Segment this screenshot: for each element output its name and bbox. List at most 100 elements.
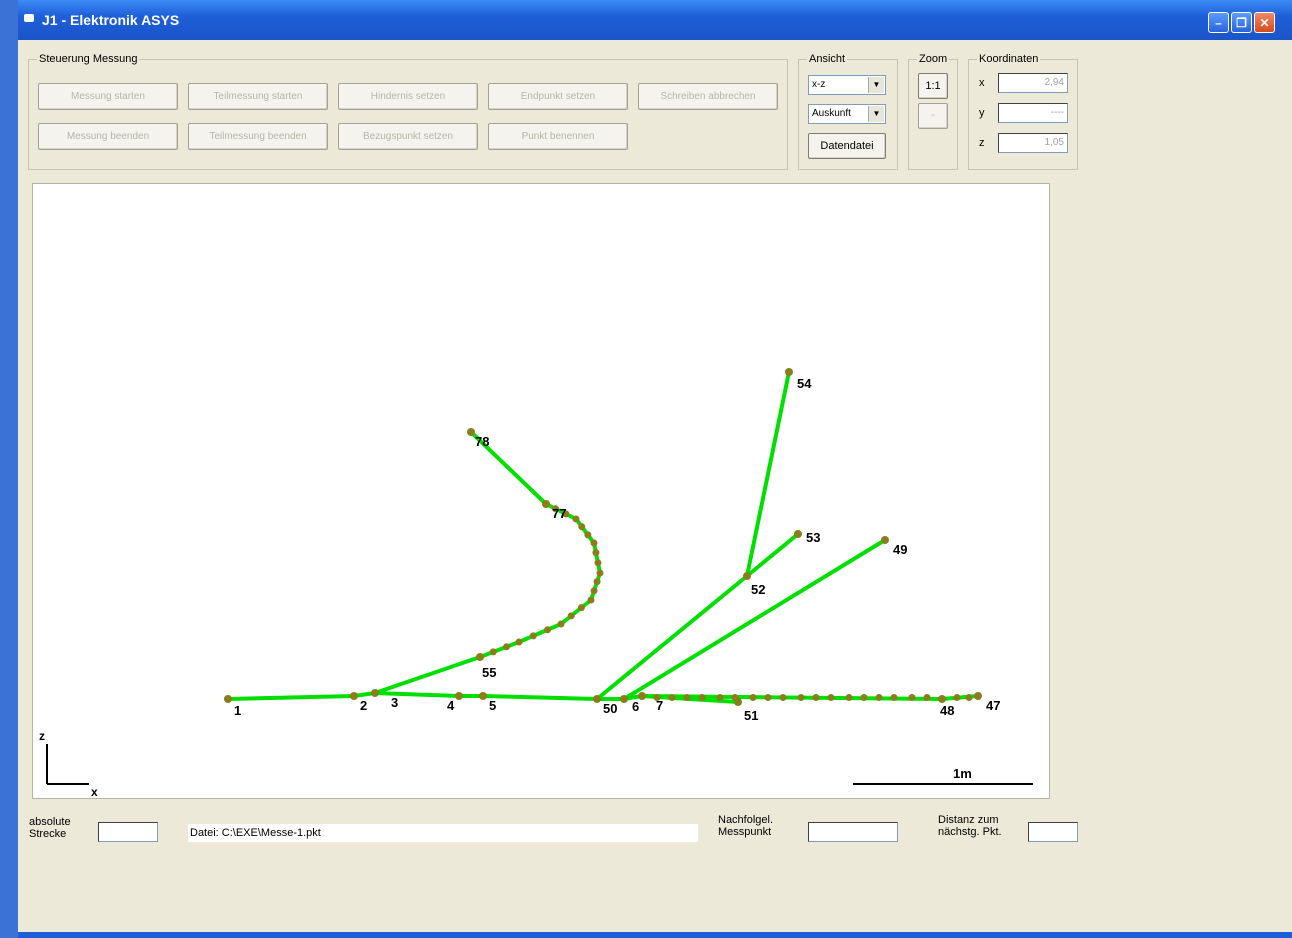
coord-x-field[interactable]: 2,94 [998, 73, 1068, 93]
group-ansicht-legend: Ansicht [809, 53, 846, 65]
baseline-point [779, 694, 787, 701]
set-reference-point-button[interactable]: Bezugspunkt setzen [338, 123, 478, 150]
mode-select[interactable]: Auskunft ▼ [808, 104, 886, 124]
baseline-point [812, 694, 820, 701]
next-point-field[interactable] [808, 822, 898, 842]
end-partial-measurement-button[interactable]: Teilmessung beenden [188, 123, 328, 150]
mode-select-value: Auskunft [812, 108, 851, 119]
curve-point [557, 620, 565, 628]
measurement-point-78 [467, 428, 475, 436]
baseline-point [716, 694, 724, 701]
scale-bar-label: 1m [953, 766, 972, 781]
curve-point [593, 578, 601, 586]
point-label-5: 5 [489, 698, 496, 713]
group-zoom-legend: Zoom [919, 53, 948, 65]
coord-z-field[interactable]: 1,05 [998, 133, 1068, 153]
segment-6-49 [622, 538, 887, 701]
measurement-point-77 [542, 500, 550, 508]
point-label-53: 53 [806, 530, 820, 545]
baseline-point [668, 694, 676, 701]
absolute-distance-field[interactable] [98, 822, 158, 842]
curve-point [596, 569, 604, 577]
app-icon[interactable] [24, 14, 34, 22]
coord-z-label: z [979, 137, 985, 149]
baseline-point [764, 694, 772, 701]
measurement-point-2 [350, 692, 358, 700]
zoom-minus-button[interactable]: - [918, 103, 948, 129]
minimize-button[interactable]: – [1208, 12, 1229, 33]
z-axis-label: z [39, 729, 45, 743]
curve-point [567, 612, 575, 620]
point-label-77: 77 [552, 506, 566, 521]
measurement-point-7 [638, 692, 646, 700]
baseline-point [875, 694, 883, 701]
measurement-point-51 [734, 698, 742, 706]
view-select-value: x-z [812, 79, 826, 90]
baseline-point [860, 694, 868, 701]
maximize-button[interactable]: ❐ [1231, 12, 1252, 33]
set-obstacle-button[interactable]: Hindernis setzen [338, 83, 478, 110]
start-measurement-button[interactable]: Messung starten [38, 83, 178, 110]
curve-point [503, 643, 511, 651]
abort-writing-button[interactable]: Schreiben abbrechen [638, 83, 778, 110]
curve-point [489, 648, 497, 656]
next-point-label: Nachfolgel. Messpunkt [718, 814, 774, 838]
point-label-49: 49 [893, 542, 907, 557]
coord-y-field[interactable]: ---- [998, 103, 1068, 123]
point-label-50: 50 [603, 701, 617, 716]
baseline-point [923, 694, 931, 701]
close-button[interactable]: ✕ [1254, 12, 1275, 33]
start-partial-measurement-button[interactable]: Teilmessung starten [188, 83, 328, 110]
name-point-button[interactable]: Punkt benennen [488, 123, 628, 150]
next-distance-field[interactable] [1028, 822, 1078, 842]
point-label-54: 54 [797, 376, 812, 391]
baseline-point [845, 694, 853, 701]
set-endpoint-button[interactable]: Endpunkt setzen [488, 83, 628, 110]
point-label-78: 78 [475, 434, 489, 449]
restore-icon: ❐ [1236, 16, 1247, 30]
group-koordinaten-legend: Koordinaten [979, 53, 1039, 65]
baseline-point [797, 694, 805, 701]
curve-point [515, 638, 523, 646]
absolute-distance-label: absolute Strecke [29, 816, 71, 840]
chevron-down-icon[interactable]: ▼ [868, 77, 884, 93]
curve-point [577, 604, 585, 612]
curve-point [544, 626, 552, 634]
coord-y-label: y [979, 107, 985, 119]
chevron-down-icon[interactable]: ▼ [868, 106, 884, 122]
measurement-point-6 [620, 695, 628, 703]
coord-x-label: x [979, 77, 985, 89]
minimize-icon: – [1215, 16, 1222, 30]
view-select[interactable]: x-z ▼ [808, 75, 886, 95]
curve-point [529, 632, 537, 640]
title-bar: J1 - Elektronik ASYS – ❐ ✕ [18, 0, 1292, 40]
point-label-7: 7 [656, 698, 663, 713]
measurement-point-48 [938, 695, 946, 703]
point-label-52: 52 [751, 582, 765, 597]
point-label-1: 1 [234, 703, 241, 718]
measurement-plot[interactable]: 1 2 3 4 5 50 6 7 51 48 47 55 77 78 52 53 49 54 z x 1m [32, 183, 1050, 799]
group-steuerung-legend: Steuerung Messung [39, 53, 138, 65]
client-area: Steuerung Messung Messung starten Teilme… [18, 40, 1292, 932]
measurement-point-1 [224, 695, 232, 703]
curve-point [578, 523, 586, 531]
datafile-button[interactable]: Datendatei [808, 133, 886, 159]
baseline-point [749, 694, 757, 701]
x-axis-label: x [91, 785, 98, 798]
next-distance-label: Distanz zum nächstg. Pkt. [938, 814, 1002, 838]
measurement-point-53 [794, 530, 802, 538]
taskbar-edge [18, 932, 1292, 938]
point-label-2: 2 [360, 698, 367, 713]
baseline-point [953, 694, 961, 701]
curve-point [594, 559, 602, 567]
segment-1-2 [226, 694, 356, 701]
curve-point [592, 549, 600, 557]
end-measurement-button[interactable]: Messung beenden [38, 123, 178, 150]
baseline-point [890, 694, 898, 701]
measurement-point-49 [881, 536, 889, 544]
close-icon: ✕ [1259, 16, 1270, 30]
zoom-1-1-button[interactable]: 1:1 [918, 73, 948, 99]
measurement-point-47 [974, 692, 982, 700]
point-label-47: 47 [986, 698, 1000, 713]
curve-point [590, 539, 598, 547]
